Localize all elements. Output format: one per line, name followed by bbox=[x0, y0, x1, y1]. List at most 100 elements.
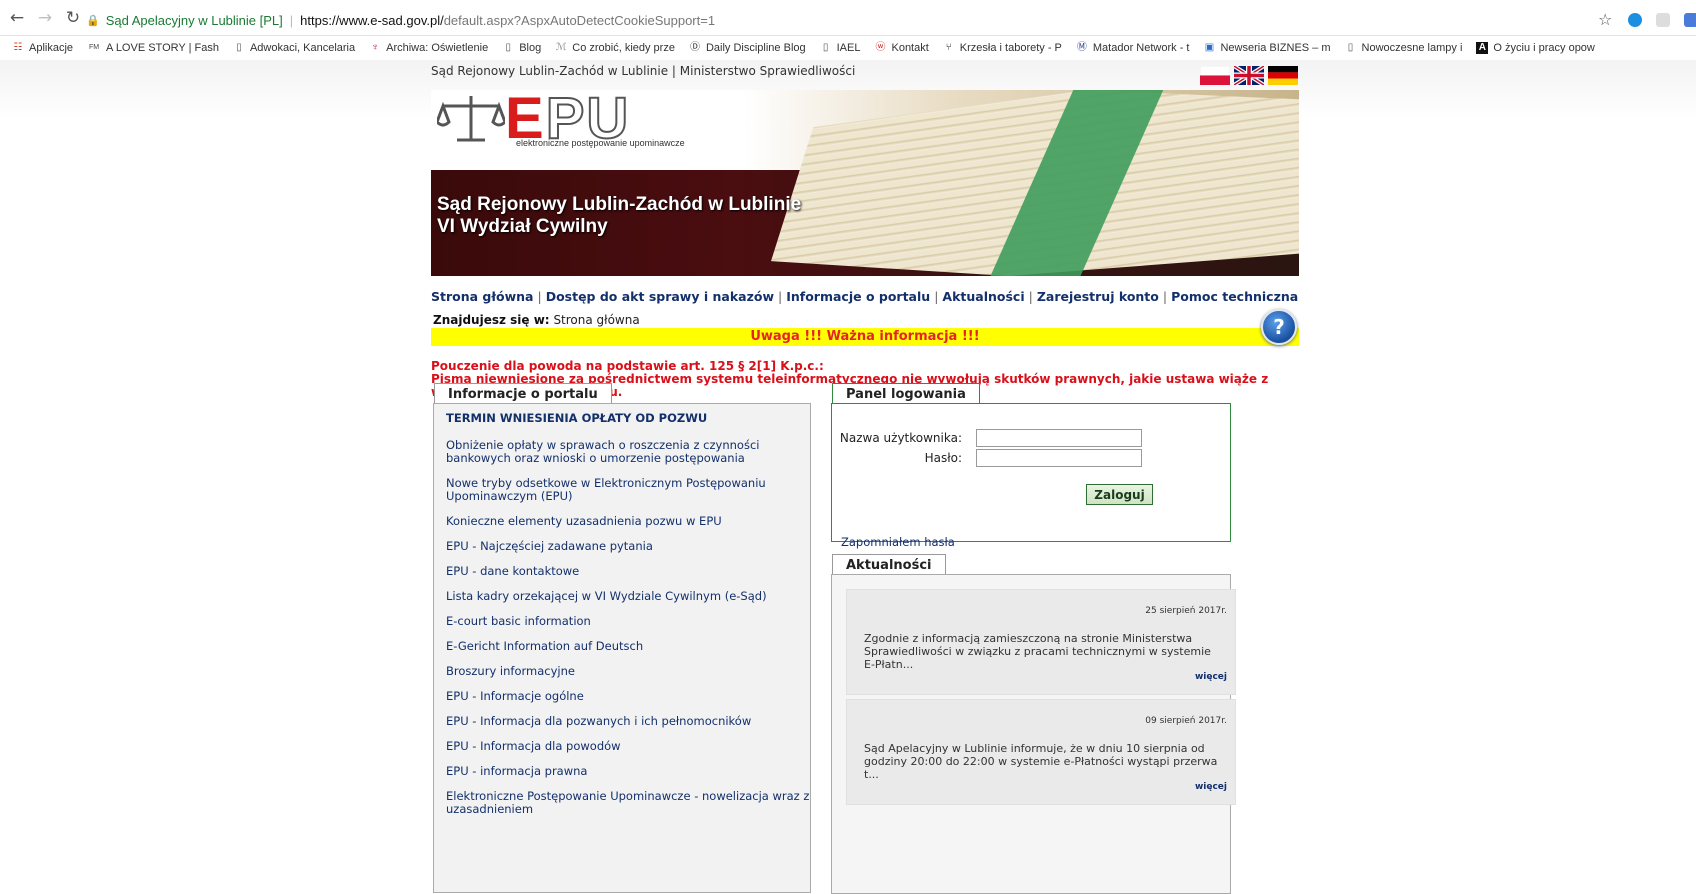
info-link[interactable]: EPU - Najczęściej zadawane pytania bbox=[446, 540, 816, 553]
url-path: default.aspx?AspxAutoDetectCookieSupport… bbox=[443, 12, 716, 28]
bookmark-label: Adwokaci, Kancelaria bbox=[249, 42, 356, 54]
username-input[interactable] bbox=[976, 429, 1142, 447]
w-logo-icon: ⓦ bbox=[875, 42, 886, 53]
browser-toolbar: ← → ↻ 🔒 Sąd Apelacyjny w Lublinie [PL] |… bbox=[0, 0, 1696, 36]
news-item: 25 sierpień 2017r. Zgodnie z informacją z… bbox=[846, 589, 1236, 695]
bookmark-label: Nowoczesne lampy i bbox=[1361, 42, 1463, 54]
news-more-link[interactable]: więcej bbox=[1195, 782, 1227, 792]
bookmark-item[interactable]: ⓦ Kontakt bbox=[874, 42, 928, 54]
url-main: https://www.e-sad.gov.pl/ bbox=[300, 12, 444, 28]
bookmark-item[interactable]: ▯ Blog bbox=[502, 42, 541, 54]
bookmark-item[interactable]: FM A LOVE STORY | Fash bbox=[87, 42, 219, 54]
newseria-icon: ▣ bbox=[1204, 42, 1215, 53]
back-icon[interactable]: ← bbox=[6, 7, 28, 29]
scales-of-justice-icon bbox=[437, 96, 505, 142]
bookmark-item[interactable]: ℳ Co zrobić, kiedy prze bbox=[555, 42, 675, 54]
forward-icon[interactable]: → bbox=[34, 7, 56, 29]
news-text: Sąd Apelacyjny w Lublinie informuje, że … bbox=[864, 742, 1218, 781]
lock-icon: 🔒 bbox=[86, 14, 100, 27]
address-bar[interactable]: 🔒 Sąd Apelacyjny w Lublinie [PL] | https… bbox=[86, 8, 1591, 32]
bookmarks-bar: ☷ Aplikacje FM A LOVE STORY | Fash ▯ Adwokaci… bbox=[0, 37, 1696, 59]
bookmark-label: Matador Network - t bbox=[1092, 42, 1190, 54]
login-button[interactable]: Zaloguj bbox=[1086, 484, 1153, 505]
info-link-list: TERMIN WNIESIENIA OPŁATY OD POZWU Obniżen… bbox=[446, 412, 816, 828]
info-panel: TERMIN WNIESIENIA OPŁATY OD POZWU Obniżen… bbox=[433, 403, 811, 893]
m-logo-icon: Ⓜ bbox=[1076, 42, 1087, 53]
bookmark-star-icon[interactable]: ☆ bbox=[1598, 10, 1612, 29]
news-text: Zgodnie z informacją zamieszczoną na str… bbox=[864, 632, 1211, 671]
bookmark-item[interactable]: ▯ IAEL bbox=[820, 42, 861, 54]
extension-news-icon[interactable] bbox=[1684, 13, 1696, 27]
skype-icon[interactable] bbox=[1628, 13, 1642, 27]
bookmark-item[interactable]: ⑂ Krzesła i taborety - P bbox=[943, 42, 1062, 54]
info-link[interactable]: Elektroniczne Postępowanie Upominawcze -… bbox=[446, 790, 816, 816]
bookmark-label: Blog bbox=[519, 42, 542, 54]
bookmark-label: Aplikacje bbox=[29, 42, 74, 54]
apps-grid-icon: ☷ bbox=[13, 42, 23, 53]
script-icon: ℳ bbox=[555, 42, 567, 53]
bookmark-label: A LOVE STORY | Fash bbox=[106, 42, 219, 54]
info-link[interactable]: E-Gericht Information auf Deutsch bbox=[446, 640, 816, 653]
bookmark-item[interactable]: ☷ Aplikacje bbox=[12, 42, 74, 54]
bookmark-label: Archiwa: Oświetlenie bbox=[386, 42, 489, 54]
bookmark-item[interactable]: Ⓓ Daily Discipline Blog bbox=[689, 42, 806, 54]
german-flag-icon[interactable] bbox=[1268, 66, 1298, 85]
extension-icon[interactable] bbox=[1656, 13, 1670, 27]
info-link[interactable]: EPU - Informacja dla powodów bbox=[446, 740, 816, 753]
nav-link[interactable]: Zarejestruj konto bbox=[1037, 289, 1159, 304]
breadcrumb-current[interactable]: Strona główna bbox=[553, 313, 639, 327]
header-banner: EPU elektroniczne postępowanie upominawc… bbox=[431, 90, 1299, 276]
news-date: 25 sierpień 2017r. bbox=[1145, 606, 1227, 616]
nav-separator: | bbox=[1162, 289, 1168, 304]
bookmark-label: Kontakt bbox=[891, 42, 929, 54]
news-more-link[interactable]: więcej bbox=[1195, 672, 1227, 682]
bookmark-item[interactable]: ▣ Newseria BIZNES – m bbox=[1203, 42, 1331, 54]
info-link[interactable]: Obniżenie opłaty w sprawach o roszczenia… bbox=[446, 439, 816, 465]
lamp-icon: ♆ bbox=[371, 42, 379, 53]
info-link[interactable]: Konieczne elementy uzasadnienia pozwu w … bbox=[446, 515, 816, 528]
forgot-password-link[interactable]: Zapomniałem hasła bbox=[841, 535, 955, 549]
info-link[interactable]: Lista kadry orzekającej w VI Wydziale Cy… bbox=[446, 590, 816, 603]
tab-info-portal: Informacje o portalu bbox=[434, 383, 612, 405]
bookmark-item[interactable]: ▯ Adwokaci, Kancelaria bbox=[233, 42, 355, 54]
info-link[interactable]: EPU - Informacja dla pozwanych i ich peł… bbox=[446, 715, 816, 728]
info-link[interactable]: Broszury informacyjne bbox=[446, 665, 816, 678]
bookmark-label: Krzesła i taborety - P bbox=[959, 42, 1062, 54]
news-panel: 25 sierpień 2017r. Zgodnie z informacją z… bbox=[831, 574, 1236, 894]
bookmark-item[interactable]: A O życiu i pracy opow bbox=[1476, 42, 1595, 54]
chair-icon: ⑂ bbox=[945, 42, 952, 53]
info-link[interactable]: TERMIN WNIESIENIA OPŁATY OD POZWU bbox=[446, 412, 816, 425]
nav-link[interactable]: Pomoc techniczna bbox=[1171, 289, 1298, 304]
reload-icon[interactable]: ↻ bbox=[62, 7, 84, 29]
a-logo-icon: A bbox=[1476, 42, 1489, 54]
breadcrumb-label: Znajdujesz się w: bbox=[433, 313, 550, 327]
bookmark-item[interactable]: ▯ Nowoczesne lampy i bbox=[1345, 42, 1463, 54]
nav-link[interactable]: Dostęp do akt sprawy i nakazów bbox=[546, 289, 774, 304]
important-alert-bar[interactable]: Uwaga !!! Ważna informacja !!! bbox=[431, 328, 1299, 346]
info-link[interactable]: Nowe tryby odsetkowe w Elektronicznym Po… bbox=[446, 477, 816, 503]
bookmark-label: Co zrobić, kiedy prze bbox=[572, 42, 675, 54]
bookmark-label: Daily Discipline Blog bbox=[705, 42, 806, 54]
info-link[interactable]: EPU - Informacje ogólne bbox=[446, 690, 816, 703]
password-row: Hasło: bbox=[832, 449, 1142, 467]
nav-separator: | bbox=[1028, 289, 1033, 304]
username-label: Nazwa użytkownika: bbox=[839, 431, 962, 445]
nav-link[interactable]: Aktualności bbox=[942, 289, 1024, 304]
password-input[interactable] bbox=[976, 449, 1142, 467]
tab-login-panel: Panel logowania bbox=[832, 383, 980, 405]
main-navigation: Strona główna | Dostęp do akt sprawy i nak… bbox=[431, 289, 1298, 304]
nav-separator: | bbox=[778, 289, 783, 304]
nav-link[interactable]: Strona główna bbox=[431, 289, 533, 304]
polish-flag-icon[interactable] bbox=[1200, 66, 1230, 85]
help-icon[interactable]: ? bbox=[1261, 309, 1297, 345]
bookmark-item[interactable]: Ⓜ Matador Network - t bbox=[1076, 42, 1190, 54]
epu-logo[interactable]: EPU elektroniczne postępowanie upominawc… bbox=[437, 90, 685, 149]
nav-link[interactable]: Informacje o portalu bbox=[786, 289, 930, 304]
nav-separator: | bbox=[934, 289, 939, 304]
bookmark-item[interactable]: ♆ Archiwa: Oświetlenie bbox=[369, 42, 488, 54]
uk-flag-icon[interactable] bbox=[1234, 66, 1264, 85]
info-link[interactable]: EPU - informacja prawna bbox=[446, 765, 816, 778]
password-label: Hasło: bbox=[924, 451, 962, 465]
info-link[interactable]: EPU - dane kontaktowe bbox=[446, 565, 816, 578]
info-link[interactable]: E-court basic information bbox=[446, 615, 816, 628]
